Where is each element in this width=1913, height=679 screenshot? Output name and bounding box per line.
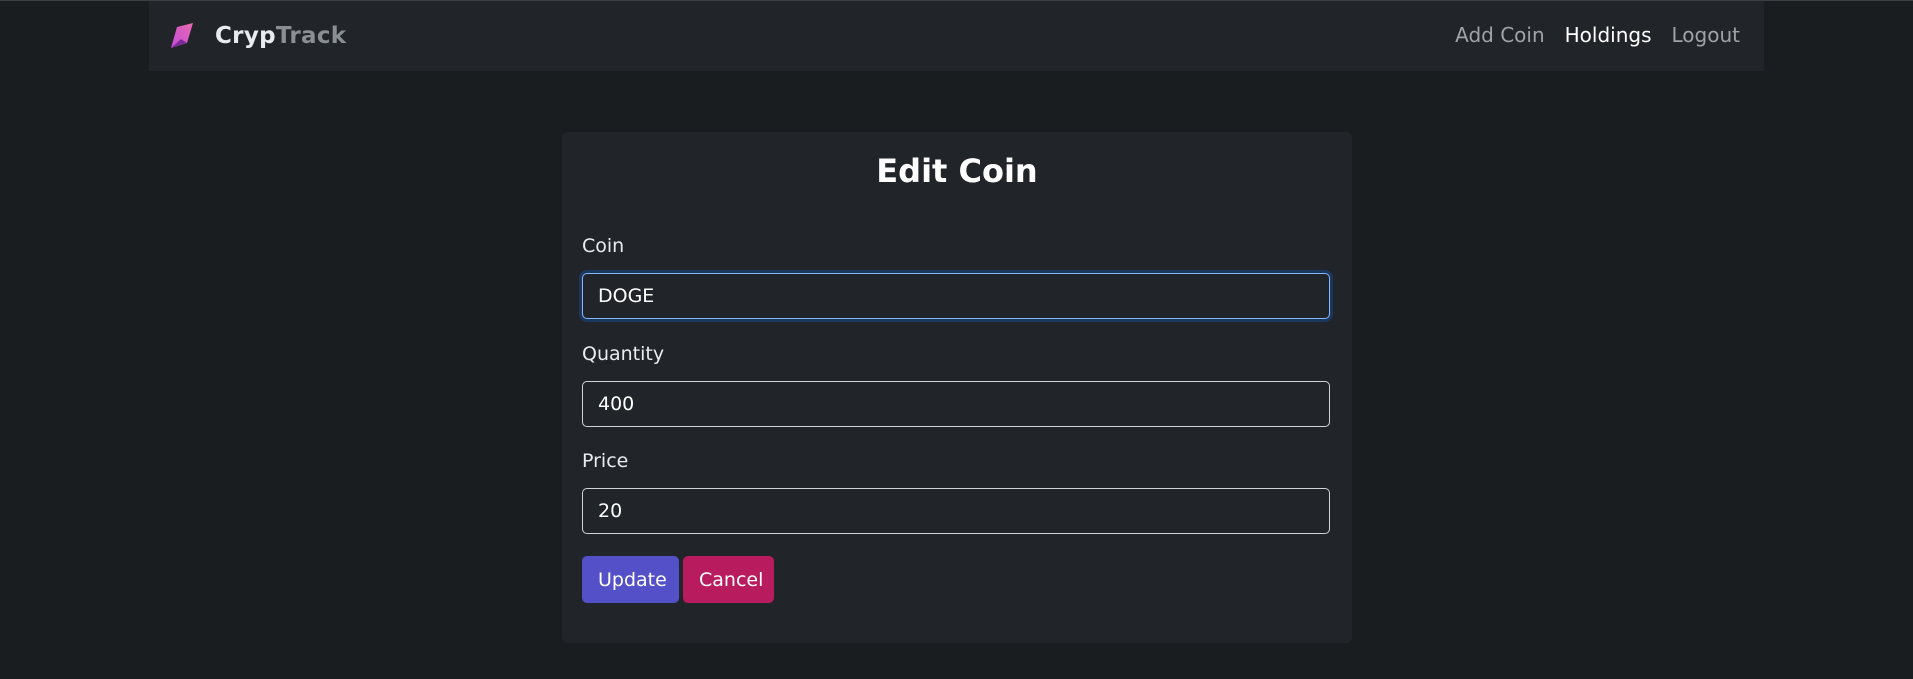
brand-name: CrypTrack <box>215 23 346 49</box>
price-label: Price <box>582 450 629 472</box>
coin-input[interactable] <box>582 273 1330 319</box>
coin-label: Coin <box>582 235 625 257</box>
update-button[interactable]: Update <box>582 556 679 603</box>
brand-name-part2: Track <box>275 23 347 49</box>
price-input[interactable] <box>582 488 1330 534</box>
nav-logout[interactable]: Logout <box>1672 23 1740 47</box>
brand-name-part1: Cryp <box>215 23 276 49</box>
page-title: Edit Coin <box>876 152 1038 190</box>
quantity-label: Quantity <box>582 343 665 365</box>
nav-add-coin[interactable]: Add Coin <box>1455 23 1545 47</box>
navbar: CrypTrack Add Coin Holdings Logout <box>149 1 1764 71</box>
brand[interactable]: CrypTrack <box>169 19 346 53</box>
edit-coin-card: Edit Coin Coin Quantity Price Update Can… <box>562 132 1352 643</box>
quantity-input[interactable] <box>582 381 1330 427</box>
cancel-button[interactable]: Cancel <box>683 556 774 603</box>
crystal-feather-icon <box>169 21 195 51</box>
nav-holdings[interactable]: Holdings <box>1565 23 1652 47</box>
nav-links: Add Coin Holdings Logout <box>1455 23 1740 47</box>
